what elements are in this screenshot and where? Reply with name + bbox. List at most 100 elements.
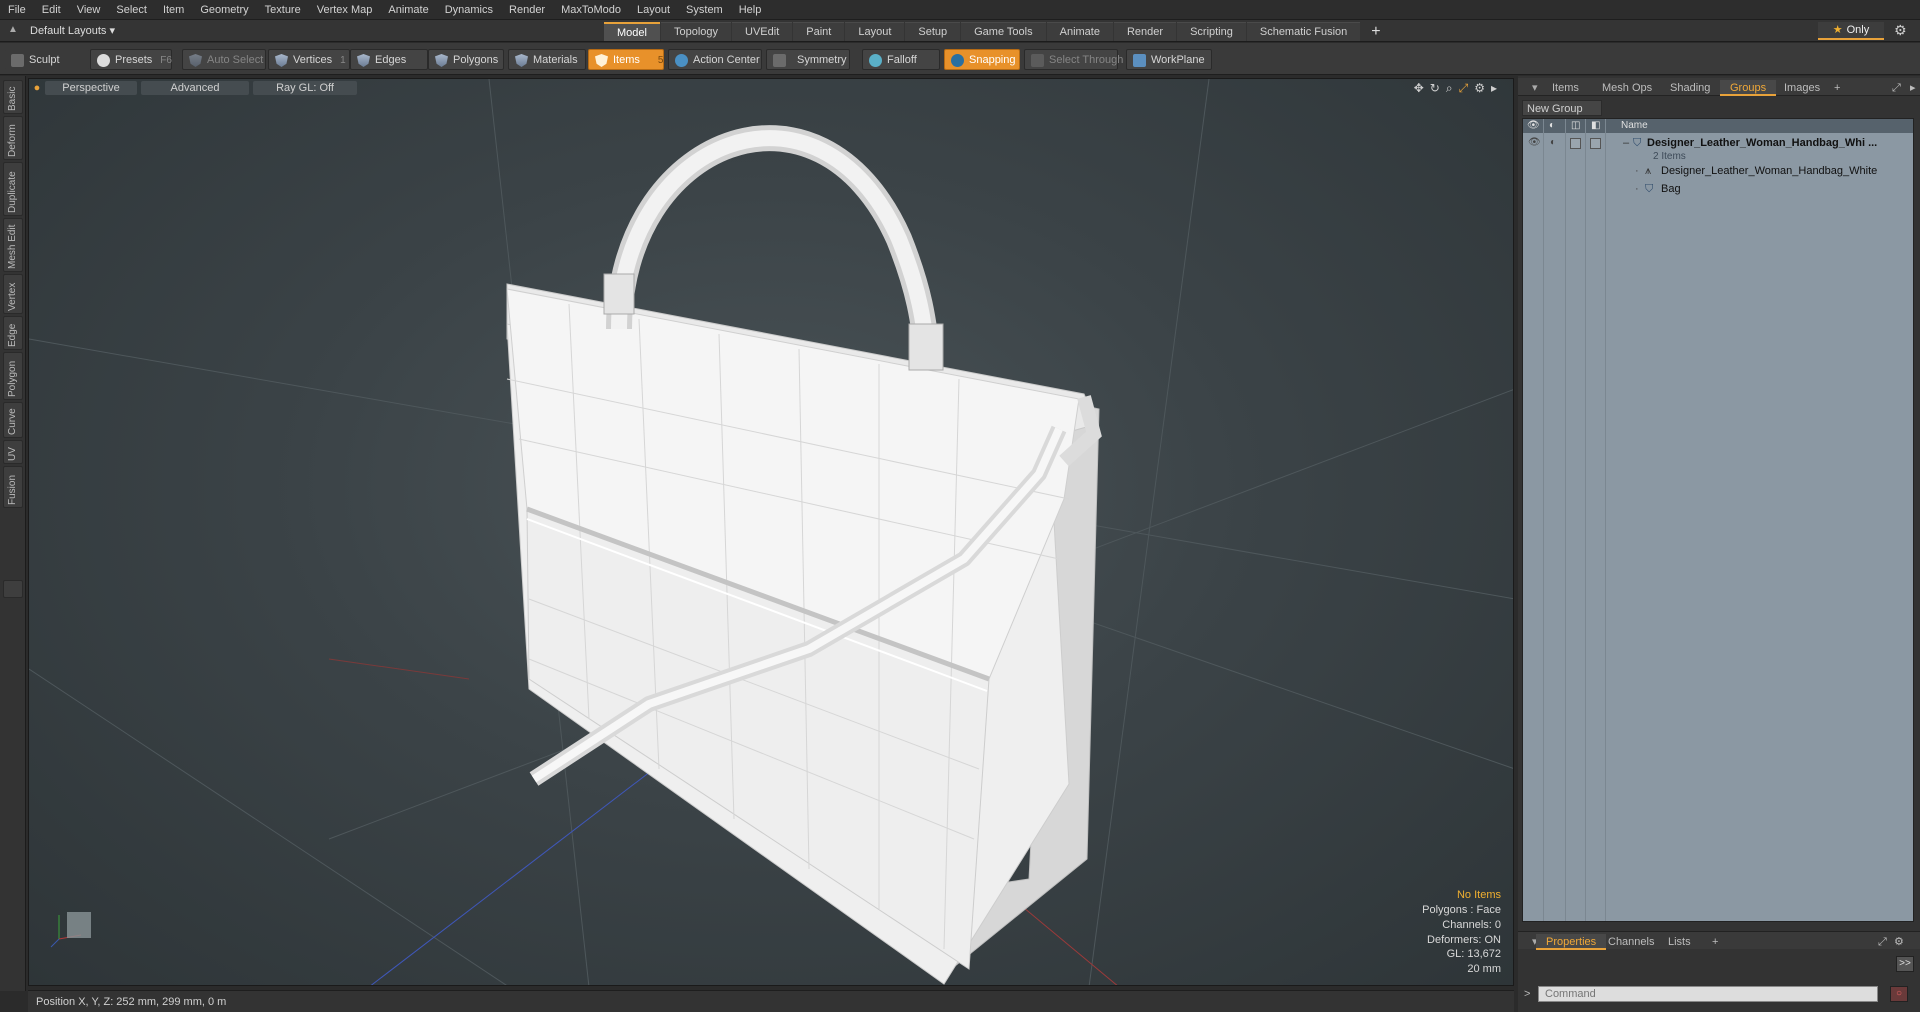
- only-toggle[interactable]: ★ Only: [1818, 22, 1884, 40]
- menu-geometry[interactable]: Geometry: [192, 0, 256, 20]
- vtab-edge[interactable]: Edge: [3, 316, 23, 350]
- presets-button[interactable]: Presets F6: [90, 49, 172, 70]
- vtab-mesh-edit[interactable]: Mesh Edit: [3, 218, 23, 272]
- vtab-vertex[interactable]: Vertex: [3, 274, 23, 314]
- tab-paint[interactable]: Paint: [793, 22, 845, 41]
- shading-mode-button[interactable]: Advanced: [141, 81, 249, 95]
- auto-select-button[interactable]: Auto Select: [182, 49, 266, 70]
- items-button[interactable]: Items 5: [588, 49, 664, 70]
- name-column-header[interactable]: Name: [1621, 119, 1648, 133]
- snapping-button[interactable]: Snapping: [944, 49, 1020, 70]
- vtab-basic[interactable]: Basic: [3, 80, 23, 114]
- menu-item[interactable]: Item: [155, 0, 192, 20]
- raygl-button[interactable]: Ray GL: Off: [253, 81, 357, 95]
- tab-scripting[interactable]: Scripting: [1177, 22, 1246, 41]
- menu-help[interactable]: Help: [731, 0, 770, 20]
- child-bullet-icon: ·: [1635, 183, 1639, 195]
- 3d-viewport[interactable]: ● Perspective Advanced Ray GL: Off ✥ ↻ ⌕…: [28, 78, 1514, 986]
- tab-shading[interactable]: Shading: [1660, 80, 1720, 96]
- menu-animate[interactable]: Animate: [380, 0, 436, 20]
- only-label: Only: [1846, 24, 1870, 36]
- view-mode-button[interactable]: Perspective: [45, 81, 137, 95]
- sculpt-button[interactable]: Sculpt: [4, 49, 90, 70]
- groups-list[interactable]: 👁 ◐ ◫ ◧ Name 👁 ◐ – ⛉ Designer_Leather_Wo…: [1522, 118, 1914, 922]
- materials-button[interactable]: Materials: [508, 49, 586, 70]
- pan-icon[interactable]: ✥: [1414, 81, 1424, 96]
- menu-maxtomodo[interactable]: MaxToModo: [553, 0, 629, 20]
- tab-schematic-fusion[interactable]: Schematic Fusion: [1246, 22, 1361, 41]
- zoom-icon[interactable]: ⌕: [1446, 81, 1453, 96]
- menu-view[interactable]: View: [69, 0, 109, 20]
- tab-animate[interactable]: Animate: [1046, 22, 1113, 41]
- viewport-menu-icon[interactable]: ●: [33, 81, 41, 95]
- materials-label: Materials: [533, 54, 578, 66]
- menu-dynamics[interactable]: Dynamics: [437, 0, 501, 20]
- vertices-button[interactable]: Vertices 1: [268, 49, 350, 70]
- tab-setup[interactable]: Setup: [905, 22, 961, 41]
- tab-model[interactable]: Model: [604, 22, 660, 41]
- layout-tab-row: ▲ Default Layouts ▾ Model Topology UVEdi…: [0, 20, 1920, 42]
- tab-groups[interactable]: Groups: [1720, 80, 1777, 96]
- select-column-icon[interactable]: ◧: [1591, 119, 1600, 133]
- menu-layout[interactable]: Layout: [629, 0, 678, 20]
- edges-button[interactable]: Edges2: [350, 49, 434, 70]
- menu-system[interactable]: System: [678, 0, 731, 20]
- tab-items[interactable]: Items: [1542, 80, 1589, 96]
- command-stop-icon[interactable]: ○: [1890, 986, 1908, 1002]
- presets-shortcut: F6: [160, 55, 172, 66]
- vtab-extra[interactable]: [3, 580, 23, 598]
- new-group-button[interactable]: New Group: [1522, 100, 1602, 116]
- viewport-settings-icon[interactable]: ⚙: [1474, 81, 1485, 96]
- menu-vertex-map[interactable]: Vertex Map: [309, 0, 381, 20]
- vtab-uv[interactable]: UV: [3, 440, 23, 464]
- lock-column-icon[interactable]: ◫: [1571, 119, 1580, 133]
- vtab-curve[interactable]: Curve: [3, 402, 23, 438]
- vtab-fusion[interactable]: Fusion: [3, 466, 23, 508]
- vtab-polygon[interactable]: Polygon: [3, 352, 23, 400]
- tab-lists[interactable]: Lists: [1658, 934, 1701, 950]
- workplane-button[interactable]: WorkPlane: [1126, 49, 1212, 70]
- menu-render[interactable]: Render: [501, 0, 553, 20]
- add-properties-tab-icon[interactable]: +: [1702, 934, 1728, 950]
- vertices-label: Vertices: [293, 54, 333, 66]
- gear-icon[interactable]: ⚙: [1894, 22, 1907, 39]
- add-tab-icon[interactable]: +: [1371, 22, 1380, 42]
- tab-layout[interactable]: Layout: [845, 22, 905, 41]
- tab-game-tools[interactable]: Game Tools: [961, 22, 1046, 41]
- vtab-duplicate[interactable]: Duplicate: [3, 162, 23, 216]
- layout-collapse-icon[interactable]: ▲: [8, 24, 20, 38]
- tab-properties[interactable]: Properties: [1536, 934, 1607, 950]
- tab-topology[interactable]: Topology: [660, 22, 732, 41]
- properties-gear-icon[interactable]: ⚙: [1884, 934, 1914, 950]
- select-toggle[interactable]: [1590, 138, 1601, 149]
- menu-file[interactable]: File: [0, 0, 34, 20]
- tab-uvedit[interactable]: UVEdit: [732, 22, 793, 41]
- menu-select[interactable]: Select: [108, 0, 155, 20]
- menu-texture[interactable]: Texture: [257, 0, 309, 20]
- polygons-button[interactable]: Polygons: [428, 49, 504, 70]
- tab-render[interactable]: Render: [1113, 22, 1177, 41]
- handbag-model[interactable]: [506, 125, 1102, 985]
- menu-edit[interactable]: Edit: [34, 0, 69, 20]
- tree-child-row[interactable]: · ⩚ Designer_Leather_Woman_Handbag_White: [1523, 163, 1913, 179]
- vtab-deform[interactable]: Deform: [3, 116, 23, 160]
- maximize-icon[interactable]: ⤢: [1459, 81, 1469, 96]
- select-through-button[interactable]: Select Through: [1024, 49, 1123, 70]
- tab-images[interactable]: Images: [1774, 80, 1830, 96]
- add-panel-tab-icon[interactable]: +: [1824, 80, 1850, 96]
- panel-arrow-icon[interactable]: ▸: [1900, 80, 1920, 96]
- command-input[interactable]: [1538, 986, 1878, 1002]
- tab-mesh-ops[interactable]: Mesh Ops: [1592, 80, 1662, 96]
- tree-child-row[interactable]: · ⛉ Bag: [1523, 181, 1913, 197]
- tab-channels[interactable]: Channels: [1598, 934, 1664, 950]
- visibility-column-icon[interactable]: 👁: [1527, 119, 1540, 133]
- symmetry-button[interactable]: Symmetry: [766, 49, 850, 70]
- viewport-more-icon[interactable]: ▸: [1491, 81, 1497, 96]
- action-center-button[interactable]: Action Center: [668, 49, 762, 70]
- layouts-dropdown[interactable]: Default Layouts ▾: [30, 20, 115, 42]
- expand-properties-button[interactable]: >>: [1896, 956, 1914, 972]
- lock-toggle[interactable]: [1570, 138, 1581, 149]
- render-column-icon[interactable]: ◐: [1549, 119, 1555, 133]
- rotate-icon[interactable]: ↻: [1430, 81, 1440, 96]
- falloff-button[interactable]: Falloff: [862, 49, 940, 70]
